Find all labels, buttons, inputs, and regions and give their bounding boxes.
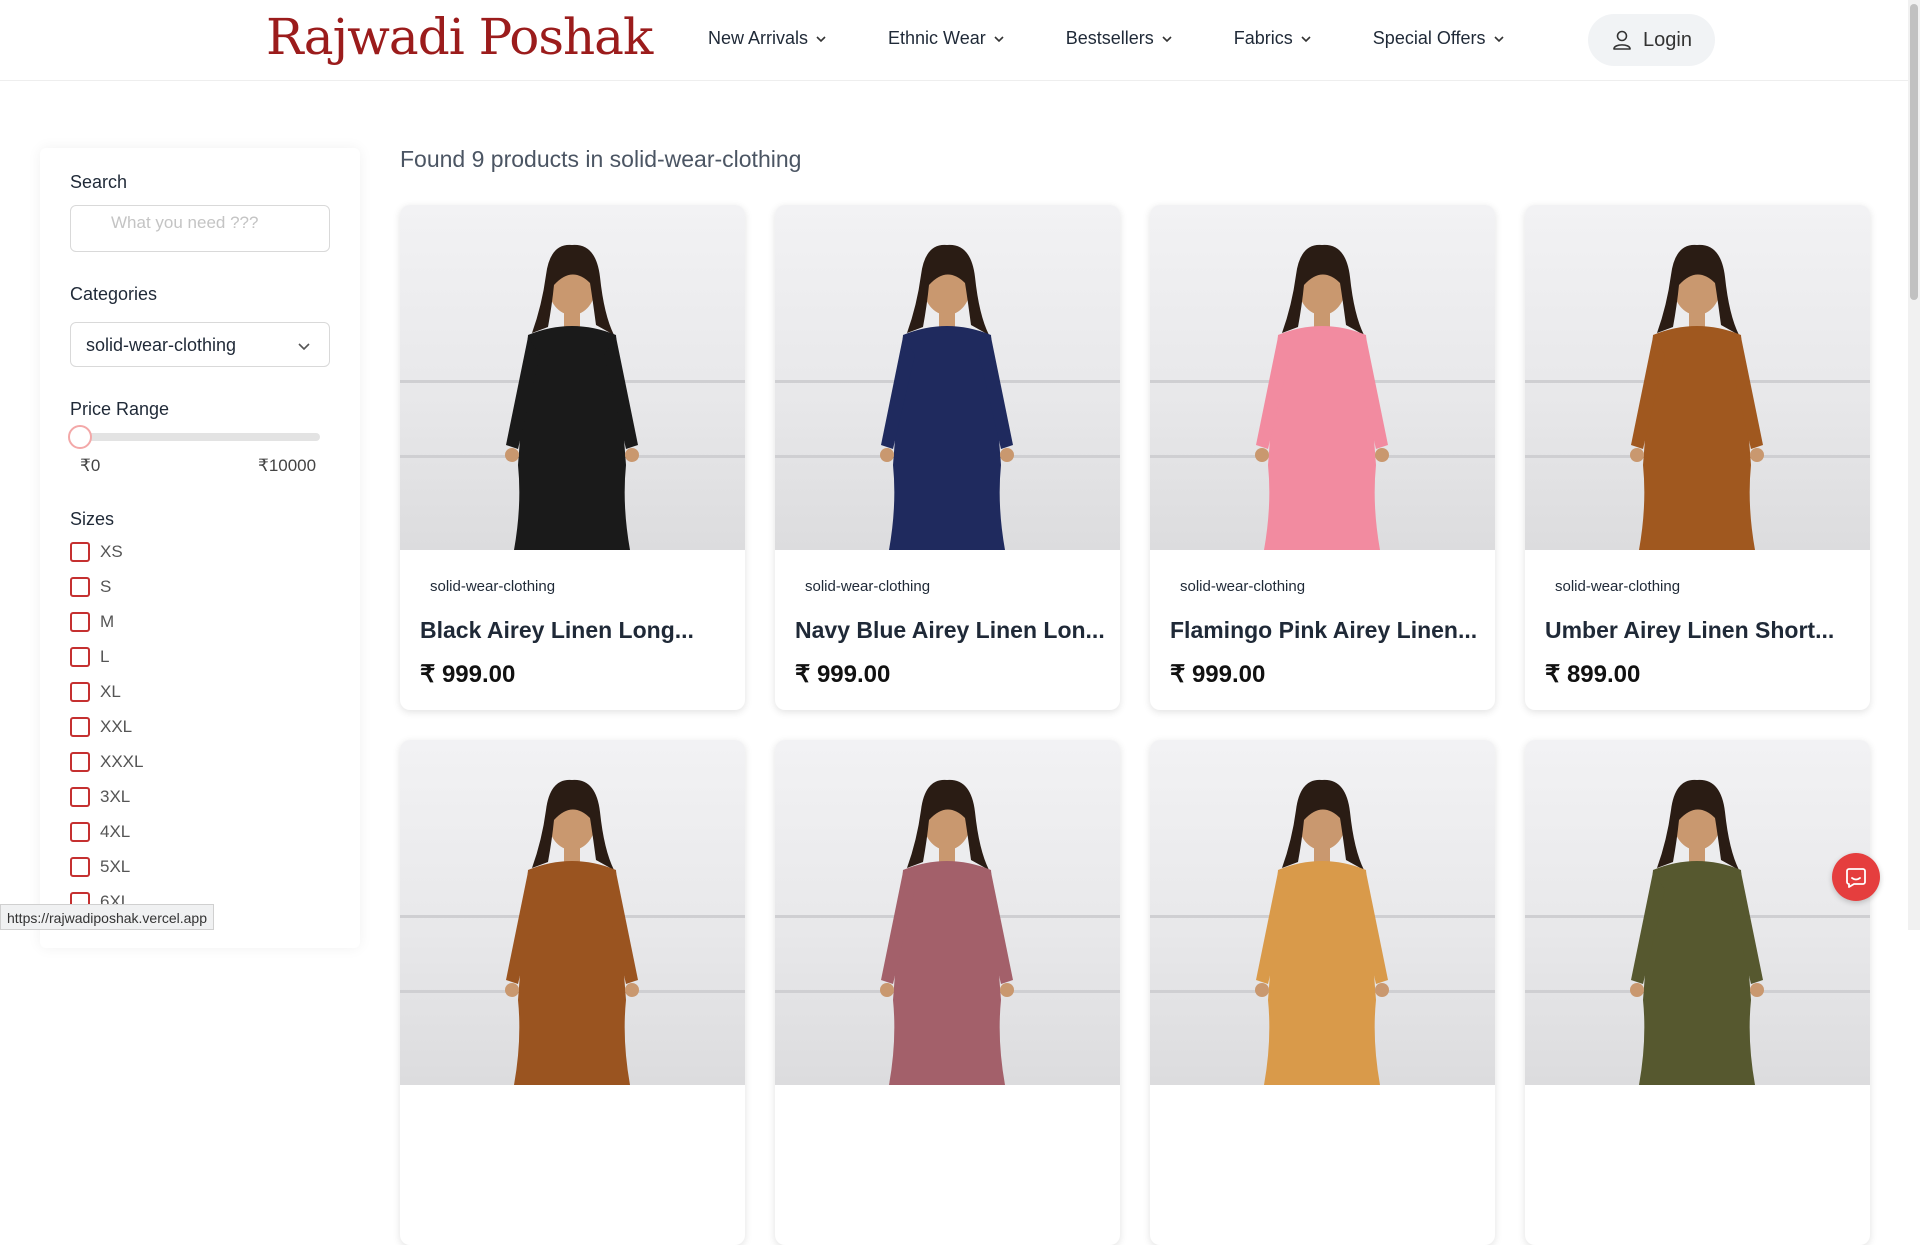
product-price: ₹ 999.00	[795, 661, 891, 688]
product-card[interactable]	[1525, 740, 1870, 1245]
category-selected-value: solid-wear-clothing	[86, 335, 237, 355]
size-label: 3XL	[100, 787, 131, 806]
size-option[interactable]: S	[70, 577, 111, 597]
chevron-down-icon	[1301, 35, 1311, 42]
rose-kurta-image[interactable]	[775, 740, 1120, 1085]
pink-kurta-image[interactable]	[1150, 205, 1495, 550]
size-option[interactable]: XL	[70, 682, 121, 702]
chevron-down-icon	[994, 35, 1004, 42]
size-checkbox[interactable]	[70, 647, 90, 667]
size-checkbox[interactable]	[70, 612, 90, 632]
chevron-down-icon	[1162, 35, 1172, 42]
chat-widget-button[interactable]	[1832, 853, 1880, 901]
product-card[interactable]	[1150, 740, 1495, 1245]
size-checkbox[interactable]	[70, 857, 90, 877]
size-label: 5XL	[100, 857, 131, 876]
product-category-tag: solid-wear-clothing	[1180, 578, 1306, 595]
size-option[interactable]: 3XL	[70, 787, 130, 807]
price-slider-track[interactable]	[80, 433, 320, 441]
nav-special-offers[interactable]: Special Offers	[1373, 28, 1505, 49]
results-count-text: Found 9 products in solid-wear-clothing	[400, 146, 802, 172]
product-category-tag: solid-wear-clothing	[430, 578, 556, 595]
scrollbar-thumb[interactable]	[1910, 4, 1918, 300]
size-checkbox[interactable]	[70, 577, 90, 597]
size-label: XXL	[100, 717, 133, 736]
search-input[interactable]: What you need ???	[70, 205, 330, 252]
nav-label: Fabrics	[1233, 28, 1293, 48]
category-select[interactable]: solid-wear-clothing	[70, 322, 330, 367]
categories-label: Categories	[70, 284, 158, 304]
status-url-tooltip: https://rajwadiposhak.vercel.app	[0, 904, 214, 930]
mustard-kurta-image[interactable]	[1150, 740, 1495, 1085]
size-option[interactable]: 5XL	[70, 857, 130, 877]
price-max-value: ₹10000	[258, 456, 317, 475]
size-option[interactable]: M	[70, 612, 114, 632]
login-button[interactable]: Login	[1588, 14, 1715, 66]
product-name[interactable]: Flamingo Pink Airey Linen...	[1170, 617, 1477, 644]
login-label: Login	[1643, 28, 1692, 51]
rust-pants-image[interactable]	[400, 740, 745, 1085]
product-category-tag: solid-wear-clothing	[805, 578, 931, 595]
price-range-label: Price Range	[70, 399, 170, 419]
navy-kurta-image[interactable]	[775, 205, 1120, 550]
size-label: 4XL	[100, 822, 131, 841]
filter-sidebar: Search What you need ??? Categories soli…	[40, 148, 360, 948]
size-option[interactable]: 4XL	[70, 822, 130, 842]
size-checkbox[interactable]	[70, 822, 90, 842]
nav-fabrics[interactable]: Fabrics	[1234, 28, 1312, 49]
product-price: ₹ 899.00	[1545, 661, 1641, 688]
size-label: XXXL	[100, 752, 144, 771]
olive-kurta-image[interactable]	[1525, 740, 1870, 1085]
size-label: XS	[100, 542, 123, 561]
product-card[interactable]: solid-wear-clothing Umber Airey Linen Sho…	[1525, 205, 1870, 710]
size-option[interactable]: XXL	[70, 717, 132, 737]
size-label: XL	[100, 682, 121, 701]
product-card[interactable]	[400, 740, 745, 1245]
product-name[interactable]: Black Airey Linen Long...	[420, 617, 694, 644]
price-slider-thumb[interactable]	[68, 425, 92, 449]
size-checkbox[interactable]	[70, 542, 90, 562]
nav-ethnic-wear[interactable]: Ethnic Wear	[888, 28, 1005, 49]
product-card[interactable]	[775, 740, 1120, 1245]
product-card[interactable]: solid-wear-clothing Navy Blue Airey Linen…	[775, 205, 1120, 710]
main-nav: New Arrivals Ethnic Wear Bestsellers Fab…	[708, 28, 1505, 49]
size-checkbox[interactable]	[70, 787, 90, 807]
chevron-down-icon	[816, 35, 826, 42]
nav-new-arrivals[interactable]: New Arrivals	[708, 28, 827, 49]
product-card[interactable]: solid-wear-clothing Black Airey Linen Lon…	[400, 205, 745, 710]
size-label: S	[100, 577, 112, 596]
black-kurta-image[interactable]	[400, 205, 745, 550]
product-card[interactable]: solid-wear-clothing Flamingo Pink Airey L…	[1150, 205, 1495, 710]
product-name[interactable]: Navy Blue Airey Linen Lon...	[795, 617, 1105, 644]
product-category-tag: solid-wear-clothing	[1555, 578, 1681, 595]
product-name[interactable]: Umber Airey Linen Short...	[1545, 617, 1834, 644]
price-min-value: ₹0	[80, 456, 101, 475]
product-price: ₹ 999.00	[1170, 661, 1266, 688]
chat-icon	[1846, 868, 1866, 888]
nav-label: Ethnic Wear	[888, 28, 986, 48]
nav-label: Special Offers	[1372, 28, 1486, 48]
size-checkbox[interactable]	[70, 717, 90, 737]
page-scrollbar[interactable]	[1908, 0, 1920, 930]
size-checkbox[interactable]	[70, 752, 90, 772]
nav-label: Bestsellers	[1065, 28, 1154, 48]
size-option[interactable]: L	[70, 647, 109, 667]
size-option[interactable]: XXXL	[70, 752, 143, 772]
user-icon	[1613, 30, 1631, 50]
sizes-label: Sizes	[70, 509, 115, 529]
size-label: M	[100, 612, 115, 631]
brand-logo[interactable]: Rajwadi Poshak	[266, 8, 653, 66]
size-option[interactable]: XS	[70, 542, 123, 562]
search-label: Search	[70, 172, 128, 192]
product-price: ₹ 999.00	[420, 661, 516, 688]
umber-top-image[interactable]	[1525, 205, 1870, 550]
size-label: L	[100, 647, 110, 666]
chevron-down-icon	[298, 343, 310, 351]
nav-bestsellers[interactable]: Bestsellers	[1066, 28, 1173, 49]
chevron-down-icon	[1493, 35, 1504, 42]
site-header: Rajwadi Poshak New Arrivals Ethnic Wear …	[0, 0, 1908, 81]
size-checkbox[interactable]	[70, 682, 90, 702]
nav-label: New Arrivals	[708, 28, 809, 48]
